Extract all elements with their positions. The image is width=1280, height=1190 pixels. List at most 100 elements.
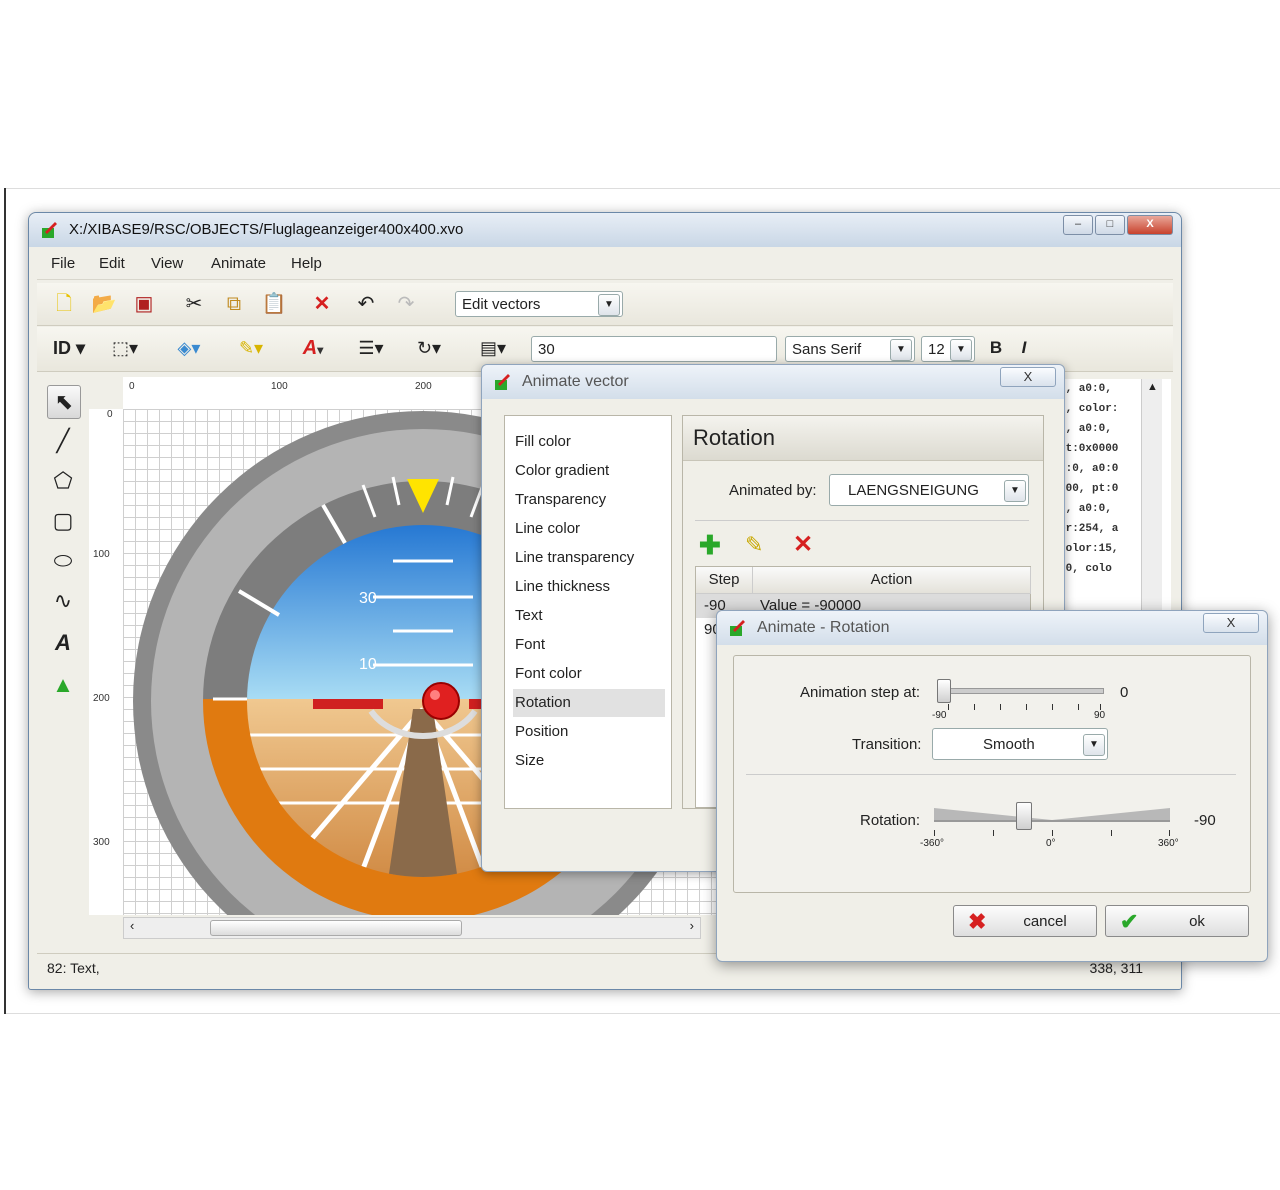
vertical-scrollbar[interactable]: ▲	[1141, 379, 1162, 619]
property-item[interactable]: Line thickness	[513, 573, 665, 601]
property-item[interactable]: Color gradient	[513, 457, 665, 485]
chevron-down-icon: ▼	[598, 294, 620, 316]
save-icon[interactable]: ▣	[131, 291, 157, 317]
new-file-icon[interactable]: 🗋	[51, 291, 77, 317]
scroll-left-icon[interactable]: ‹	[130, 918, 134, 933]
delete-step-icon[interactable]: ✕	[793, 532, 813, 558]
ok-icon: ✔	[1120, 909, 1139, 934]
rotation-value: -90	[1194, 812, 1216, 829]
pointer-tool-icon[interactable]: ⬉	[47, 385, 81, 419]
animated-by-select[interactable]: LAENGSNEIGUNG ▼	[829, 474, 1029, 506]
status-left: 82: Text,	[47, 960, 100, 976]
menu-edit[interactable]: Edit	[99, 255, 125, 272]
ok-button[interactable]: ✔ ok	[1105, 905, 1249, 937]
line-thickness-icon[interactable]: ☰▾	[349, 335, 393, 361]
dialog-title-bar[interactable]: Animate - Rotation X	[717, 611, 1267, 645]
dialog-close-button[interactable]: X	[1203, 613, 1259, 633]
step-slider-thumb[interactable]	[937, 679, 951, 703]
menu-view[interactable]: View	[151, 255, 183, 272]
menu-file[interactable]: File	[51, 255, 75, 272]
cancel-button-label: cancel	[1023, 913, 1067, 930]
font-color-icon[interactable]: A▾	[291, 335, 335, 361]
mode-select[interactable]: Edit vectors ▼	[455, 291, 623, 317]
animated-by-label: Animated by:	[729, 482, 817, 499]
curve-tool-icon[interactable]: ∿	[47, 585, 79, 617]
rotation-label: Rotation:	[860, 812, 921, 829]
divider	[746, 774, 1236, 775]
bold-button[interactable]: B	[983, 335, 1009, 361]
pencil-icon[interactable]: ✎▾	[229, 335, 273, 361]
ruler-label: 100	[271, 381, 288, 392]
menu-help[interactable]: Help	[291, 255, 322, 272]
ruler-label: 100	[93, 549, 110, 560]
id-button[interactable]: ID ▾	[49, 335, 89, 361]
ellipse-tool-icon[interactable]: ⬭	[47, 545, 79, 577]
dialog-title-bar[interactable]: Animate vector X	[482, 365, 1064, 399]
delete-icon[interactable]: ✕	[309, 291, 335, 317]
id-label: ID	[52, 338, 71, 358]
rotate-icon[interactable]: ↻▾	[407, 335, 451, 361]
property-item[interactable]: Position	[513, 718, 665, 746]
menu-animate[interactable]: Animate	[211, 255, 266, 272]
property-item[interactable]: Size	[513, 747, 665, 775]
scrollbar-thumb[interactable]	[210, 920, 462, 936]
line-tool-icon[interactable]: ╱	[47, 425, 79, 457]
image-tool-icon[interactable]: ▲	[47, 669, 79, 701]
property-item[interactable]: Text	[513, 602, 665, 630]
text-tool-icon[interactable]: A	[47, 627, 79, 659]
italic-button[interactable]: I	[1011, 335, 1037, 361]
value-field-text: 30	[538, 341, 555, 358]
property-item[interactable]: Font	[513, 631, 665, 659]
transition-select[interactable]: Smooth ▼	[932, 728, 1108, 760]
pitch-label-10: 10	[359, 656, 377, 673]
fill-bucket-icon[interactable]: ◈▾	[167, 335, 211, 361]
polygon-tool-icon[interactable]: ⬠	[47, 465, 79, 497]
step-slider[interactable]	[937, 679, 1104, 703]
transition-value: Smooth	[983, 736, 1035, 753]
minimize-button[interactable]: –	[1063, 215, 1093, 235]
paste-icon[interactable]: 📋	[261, 291, 287, 317]
step-label: Animation step at:	[800, 684, 921, 701]
title-bar[interactable]: X:/XIBASE9/RSC/OBJECTS/Fluglageanzeiger4…	[29, 213, 1181, 247]
dialog-title: Animate vector	[522, 373, 629, 390]
undo-icon[interactable]: ↶	[353, 291, 379, 317]
property-item[interactable]: Line color	[513, 515, 665, 543]
maximize-button[interactable]: □	[1095, 215, 1125, 235]
redo-icon[interactable]: ↷	[393, 291, 419, 317]
column-header-step[interactable]: Step	[696, 567, 753, 594]
pitch-label-30: 30	[359, 590, 377, 607]
property-item[interactable]: Fill color	[513, 428, 665, 456]
select-area-icon[interactable]: ⬚▾	[103, 335, 147, 361]
property-item[interactable]: Transparency	[513, 486, 665, 514]
ruler-label: 0	[107, 409, 113, 420]
value-field[interactable]: 30	[531, 336, 777, 362]
rectangle-tool-icon[interactable]: ▢	[47, 505, 79, 537]
ok-button-label: ok	[1189, 913, 1205, 930]
cut-icon[interactable]: ✂	[181, 291, 207, 317]
close-button[interactable]: X	[1127, 215, 1173, 235]
edit-step-icon[interactable]: ✎	[745, 532, 763, 558]
add-step-icon[interactable]: ✚	[699, 532, 721, 558]
rotation-slider[interactable]	[934, 798, 1170, 832]
open-folder-icon[interactable]: 📂	[91, 291, 117, 317]
property-item-selected[interactable]: Rotation	[513, 689, 665, 717]
app-icon	[42, 222, 57, 238]
rotation-slider-thumb[interactable]	[1015, 802, 1032, 830]
app-icon	[730, 620, 745, 636]
dialog-close-button[interactable]: X	[1000, 367, 1056, 387]
copy-icon[interactable]: ⧉	[221, 291, 247, 317]
property-item[interactable]: Line transparency	[513, 544, 665, 572]
step-max-label: 90	[1094, 710, 1106, 721]
step-value: 0	[1120, 684, 1129, 701]
align-icon[interactable]: ▤▾	[471, 335, 515, 361]
cancel-icon: ✖	[968, 909, 987, 934]
horizontal-scrollbar[interactable]: ‹ ›	[123, 917, 701, 939]
rotation-settings-panel: Animation step at: -90 90 0 Transition: …	[733, 655, 1251, 893]
cancel-button[interactable]: ✖ cancel	[953, 905, 1097, 937]
font-size-select[interactable]: 12 ▼	[921, 336, 975, 362]
column-header-action[interactable]: Action	[753, 567, 1031, 594]
scroll-right-icon[interactable]: ›	[690, 918, 694, 933]
property-item[interactable]: Font color	[513, 660, 665, 688]
font-family-select[interactable]: Sans Serif ▼	[785, 336, 915, 362]
scroll-up-icon[interactable]: ▲	[1147, 381, 1158, 393]
